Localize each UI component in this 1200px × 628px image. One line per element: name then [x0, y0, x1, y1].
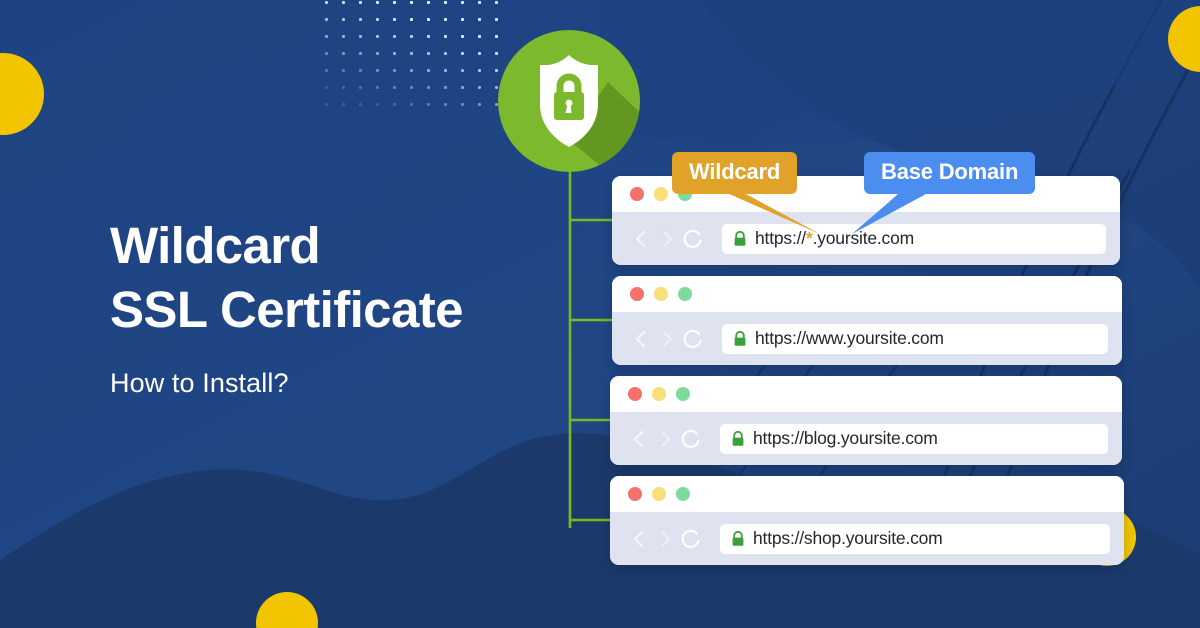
- dot-grid-decor: [318, 0, 508, 106]
- traffic-light-minimize-icon[interactable]: [652, 387, 666, 401]
- back-icon[interactable]: [626, 526, 652, 552]
- browser-toolbar: https://www.yoursite.com: [612, 312, 1122, 365]
- traffic-light-close-icon[interactable]: [630, 187, 644, 201]
- url-text: https://blog.yoursite.com: [753, 428, 938, 448]
- forward-icon[interactable]: [654, 326, 680, 352]
- back-icon[interactable]: [626, 426, 652, 452]
- browser-window-www[interactable]: https://www.yoursite.com: [612, 276, 1122, 365]
- page-subtitle: How to Install?: [110, 368, 289, 398]
- url-bar[interactable]: https://shop.yoursite.com: [720, 523, 1110, 554]
- reload-icon[interactable]: [678, 426, 704, 452]
- traffic-light-close-icon[interactable]: [628, 487, 642, 501]
- back-icon[interactable]: [628, 226, 654, 252]
- browser-titlebar: [610, 376, 1122, 412]
- forward-icon[interactable]: [652, 526, 678, 552]
- headline-line-1: Wildcard: [110, 217, 321, 274]
- callout-base-domain: Base Domain: [852, 152, 1036, 234]
- browser-titlebar: [612, 276, 1122, 312]
- traffic-light-maximize-icon[interactable]: [678, 287, 692, 301]
- shield-lock-icon: [498, 30, 640, 172]
- traffic-light-maximize-icon[interactable]: [676, 487, 690, 501]
- url-text: https://shop.yoursite.com: [753, 528, 943, 548]
- traffic-light-minimize-icon[interactable]: [652, 487, 666, 501]
- traffic-light-close-icon[interactable]: [630, 287, 644, 301]
- browser-toolbar: https://blog.yoursite.com: [610, 412, 1122, 465]
- url-text: https://www.yoursite.com: [755, 328, 944, 348]
- browser-window-blog[interactable]: https://blog.yoursite.com: [610, 376, 1122, 465]
- reload-icon[interactable]: [680, 326, 706, 352]
- page-title: Wildcard SSL Certificate: [110, 214, 550, 342]
- callout-tail-base-domain: [852, 182, 926, 234]
- browser-window-shop[interactable]: https://shop.yoursite.com: [610, 476, 1124, 565]
- reload-icon[interactable]: [678, 526, 704, 552]
- headline-line-2: SSL Certificate: [110, 280, 463, 338]
- callout-wildcard: Wildcard: [672, 152, 820, 234]
- url-bar[interactable]: https://blog.yoursite.com: [720, 423, 1108, 454]
- infographic-canvas: Wildcard SSL Certificate How to Install?: [0, 0, 1200, 628]
- url-bar[interactable]: https://www.yoursite.com: [722, 323, 1108, 354]
- padlock-icon: [732, 430, 744, 446]
- browser-toolbar: https://shop.yoursite.com: [610, 512, 1124, 565]
- traffic-light-maximize-icon[interactable]: [676, 387, 690, 401]
- traffic-light-close-icon[interactable]: [628, 387, 642, 401]
- padlock-icon: [734, 330, 746, 346]
- back-icon[interactable]: [628, 326, 654, 352]
- padlock-icon: [732, 530, 744, 546]
- browser-titlebar: [610, 476, 1124, 512]
- traffic-light-minimize-icon[interactable]: [654, 187, 668, 201]
- forward-icon[interactable]: [652, 426, 678, 452]
- traffic-light-minimize-icon[interactable]: [654, 287, 668, 301]
